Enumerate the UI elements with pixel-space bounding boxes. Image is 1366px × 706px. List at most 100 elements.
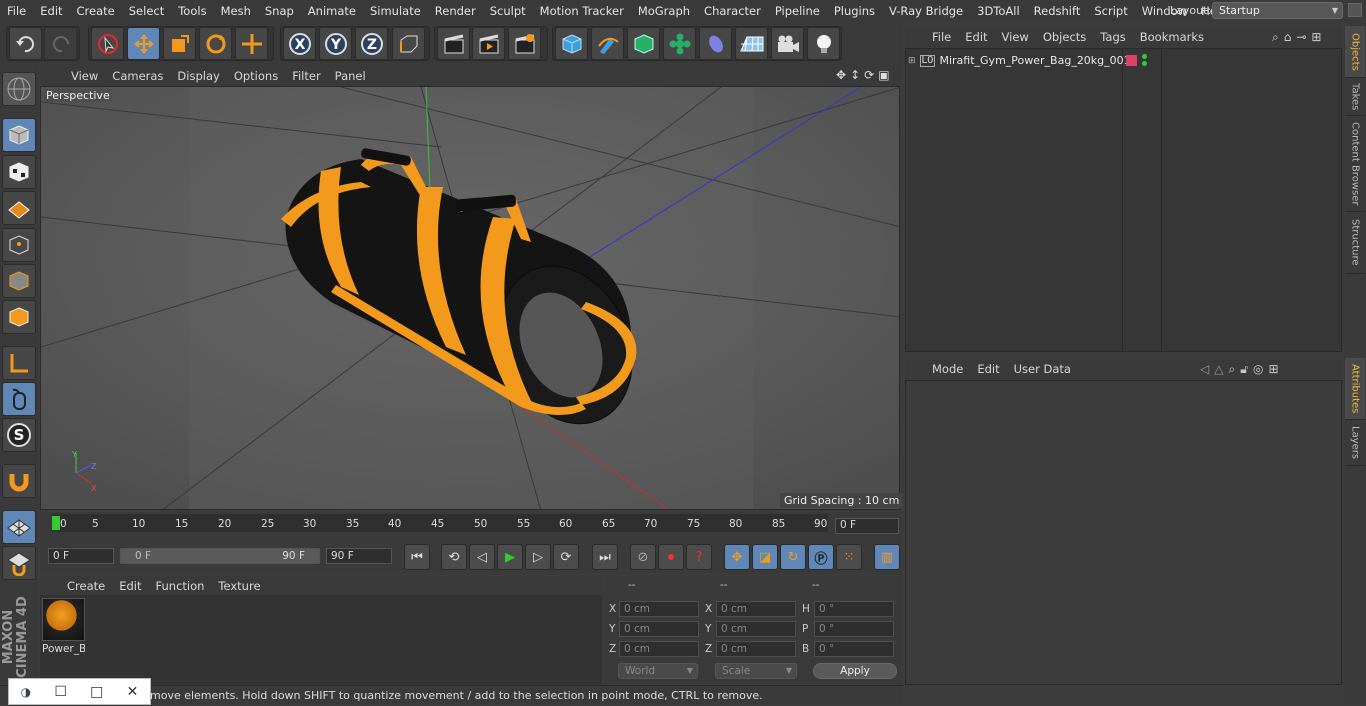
time-range-slider[interactable]: 0 F 90 F (120, 548, 320, 564)
rot-h-field[interactable]: 0 ° (814, 601, 894, 617)
search-icon[interactable]: ⌕ (1228, 362, 1235, 377)
polygons-mode-button[interactable] (2, 300, 36, 334)
material-thumbnail[interactable] (42, 598, 85, 641)
deformer-button[interactable] (699, 27, 732, 60)
current-frame-field[interactable]: 0 F (835, 518, 899, 534)
menu-script[interactable]: Script (1087, 4, 1134, 18)
rotate-tool-button[interactable] (199, 27, 232, 60)
restore-icon[interactable]: □ (90, 684, 103, 700)
x-axis-button[interactable]: X (283, 27, 316, 60)
attributes-menu-mode[interactable]: Mode (925, 362, 970, 376)
key-rotation-button[interactable]: ↻ (780, 544, 806, 570)
timeline-window-button[interactable]: ▥ (874, 544, 900, 570)
workplane-lock-button[interactable] (2, 510, 36, 544)
menu-simulate[interactable]: Simulate (363, 4, 428, 18)
orbit-icon[interactable]: ⟳ (864, 68, 874, 82)
apply-button[interactable]: Apply (813, 663, 897, 679)
next-frame-button[interactable]: ▷ (525, 544, 551, 570)
menu-redshift[interactable]: Redshift (1027, 4, 1088, 18)
new-window-icon[interactable]: ⊞ (1311, 30, 1321, 45)
object-row[interactable]: ⊞ L0 Mirafit_Gym_Power_Bag_20kg_001 (908, 52, 1131, 69)
link-icon[interactable]: ⊸ (1296, 30, 1306, 45)
record-keyframes-button[interactable]: ⊘ (630, 544, 656, 570)
subdivision-surface-button[interactable] (627, 27, 660, 60)
menu-tools[interactable]: Tools (171, 4, 213, 18)
previous-key-button[interactable]: ⟲ (441, 544, 467, 570)
menu-select[interactable]: Select (122, 4, 171, 18)
size-z-field[interactable]: 0 cm (716, 641, 796, 657)
window-restore-icon[interactable] (1348, 3, 1362, 17)
scale-tool-button[interactable] (163, 27, 196, 60)
up-arrow-icon[interactable]: △ (1214, 362, 1223, 377)
tweak-mode-button[interactable] (2, 382, 36, 416)
snap-button[interactable] (2, 464, 36, 498)
pos-z-field[interactable]: 0 cm (619, 641, 699, 657)
menu-pipeline[interactable]: Pipeline (768, 4, 827, 18)
pen-spline-button[interactable] (591, 27, 624, 60)
new-window-icon[interactable]: ⊞ (1268, 362, 1278, 377)
go-to-end-button[interactable]: ⏭ (592, 544, 618, 570)
rot-b-field[interactable]: 0 ° (814, 641, 894, 657)
y-axis-button[interactable]: Y (319, 27, 352, 60)
perspective-viewport[interactable]: Y Z X (40, 86, 900, 510)
light-button[interactable] (807, 27, 840, 60)
floor-snap-button[interactable] (2, 546, 36, 580)
menu-mograph[interactable]: MoGraph (631, 4, 697, 18)
tab-attributes[interactable]: Attributes (1345, 358, 1365, 420)
tab-content-browser[interactable]: Content Browser (1345, 116, 1365, 212)
coordinate-mode-select[interactable]: World ▼ (618, 663, 698, 679)
menu-snap[interactable]: Snap (258, 4, 301, 18)
tab-takes[interactable]: Takes (1345, 78, 1365, 116)
cube-object-button[interactable] (555, 27, 588, 60)
menu-edit[interactable]: Edit (33, 4, 69, 18)
menu-sculpt[interactable]: Sculpt (483, 4, 533, 18)
move-tool-button[interactable] (127, 27, 160, 60)
min-time-field[interactable]: 0 F (48, 548, 114, 564)
live-selection-button[interactable] (91, 27, 124, 60)
floor-button[interactable] (735, 27, 768, 60)
tab-layers[interactable]: Layers (1345, 420, 1365, 466)
size-x-field[interactable]: 0 cm (716, 601, 796, 617)
attributes-menu-user-data[interactable]: User Data (1007, 362, 1078, 376)
viewport-menu-cameras[interactable]: Cameras (105, 69, 170, 83)
app-icon[interactable]: ◑ (21, 685, 31, 699)
redo-button[interactable] (44, 27, 77, 60)
coordinate-system-button[interactable] (392, 27, 425, 60)
texture-mode-button[interactable] (2, 155, 36, 189)
menu-animate[interactable]: Animate (301, 4, 363, 18)
viewport-menu-view[interactable]: View (64, 69, 105, 83)
material-menu-edit[interactable]: Edit (112, 579, 148, 593)
dolly-icon[interactable]: ↕ (850, 68, 860, 82)
next-key-button[interactable]: ⟳ (553, 544, 579, 570)
menu-character[interactable]: Character (697, 4, 768, 18)
playhead-marker[interactable] (52, 516, 60, 530)
autokeying-button[interactable]: ⏺ (658, 544, 684, 570)
visibility-dots[interactable] (1142, 54, 1147, 68)
key-position-button[interactable]: ✥ (724, 544, 750, 570)
viewport-menu-options[interactable]: Options (227, 69, 285, 83)
model-mode-button[interactable] (2, 118, 36, 152)
close-icon[interactable]: ✕ (127, 684, 139, 700)
expand-icon[interactable]: ⊞ (908, 56, 916, 66)
play-button[interactable]: ▶ (497, 544, 523, 570)
pan-icon[interactable]: ✥ (836, 68, 846, 82)
objects-menu-bookmarks[interactable]: Bookmarks (1133, 30, 1211, 44)
timeline-ruler[interactable]: 0 5 10 15 20 25 30 35 40 45 50 55 60 65 … (52, 514, 828, 532)
transform-tool-button[interactable] (235, 27, 268, 60)
keyframe-selection-button[interactable]: ? (686, 544, 712, 570)
size-mode-select[interactable]: Scale ▼ (715, 663, 797, 679)
z-axis-button[interactable]: Z (355, 27, 388, 60)
max-time-field[interactable]: 90 F (326, 548, 392, 564)
go-to-start-button[interactable]: ⏮ (404, 544, 430, 570)
solo-button[interactable]: S (2, 418, 36, 452)
home-icon[interactable]: ⌂ (1284, 30, 1292, 45)
rot-p-field[interactable]: 0 ° (814, 621, 894, 637)
make-editable-button[interactable] (2, 72, 36, 106)
previous-frame-button[interactable]: ◁ (469, 544, 495, 570)
key-scale-button[interactable]: ◪ (752, 544, 778, 570)
target-icon[interactable]: ◎ (1253, 362, 1263, 377)
material-menu-create[interactable]: Create (60, 579, 112, 593)
objects-menu-objects[interactable]: Objects (1036, 30, 1093, 44)
camera-button[interactable] (771, 27, 804, 60)
pos-x-field[interactable]: 0 cm (619, 601, 699, 617)
